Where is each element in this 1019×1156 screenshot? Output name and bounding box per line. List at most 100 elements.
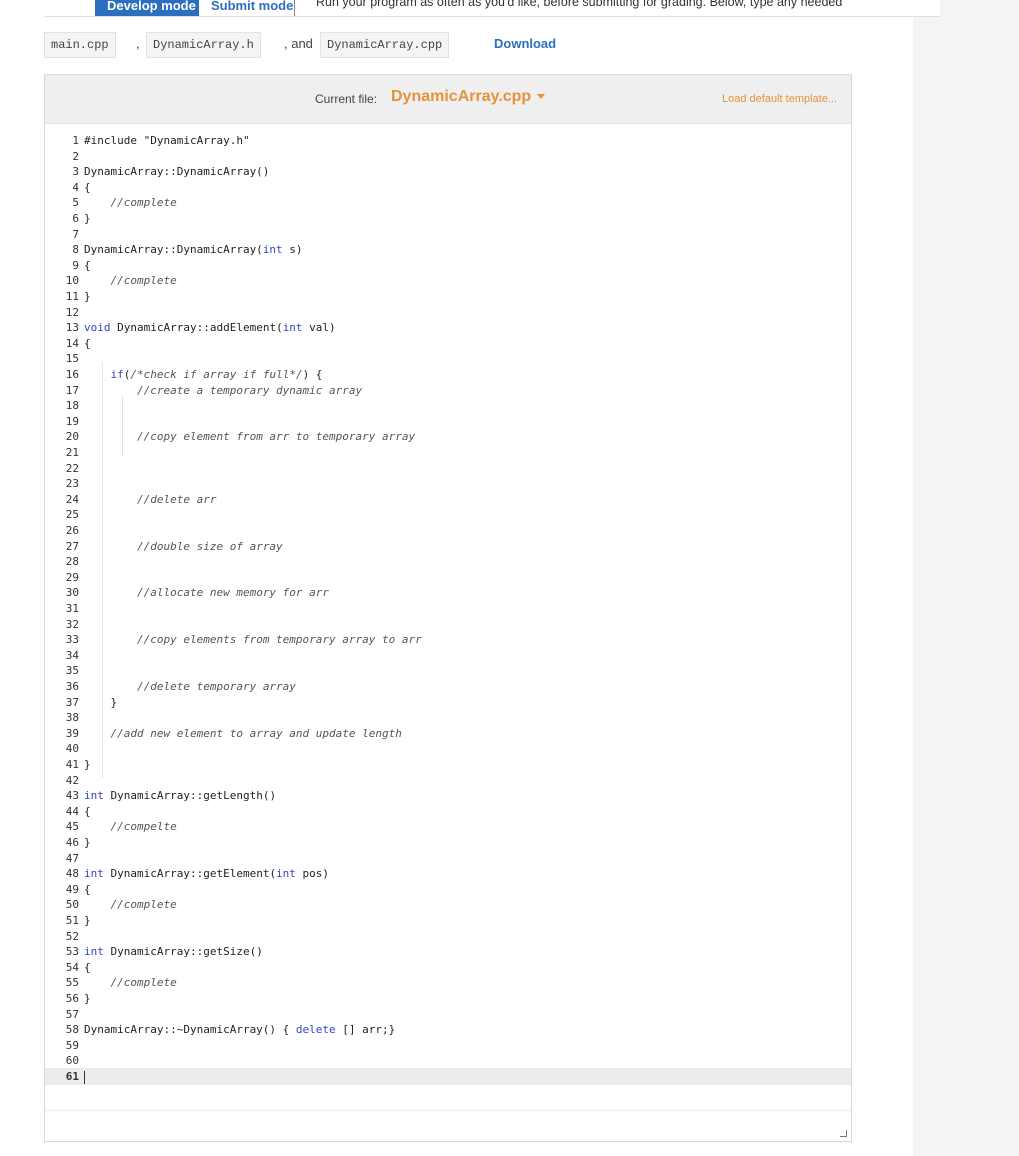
line-number: 48 <box>65 867 79 881</box>
code-line[interactable]: 10 //complete <box>45 272 851 289</box>
develop-mode-button[interactable]: Develop mode <box>95 0 208 16</box>
code-line[interactable]: 7 <box>45 226 851 243</box>
code-line[interactable]: 25 <box>45 506 851 523</box>
code-line[interactable]: 5 //complete <box>45 194 851 211</box>
file-dynamicarray-cpp[interactable]: DynamicArray.cpp <box>320 32 450 58</box>
run-hint-text: Run your program as often as you'd like,… <box>316 0 843 9</box>
resize-handle-icon[interactable] <box>840 1130 847 1137</box>
current-file-label: Current file: <box>315 92 378 106</box>
code-line-text: { <box>84 804 91 818</box>
code-line[interactable]: 4{ <box>45 179 851 196</box>
code-line[interactable]: 37 } <box>45 694 851 711</box>
code-text-area[interactable]: 1 #include "DynamicArray.h" 2 3 DynamicArray… <box>45 124 851 1110</box>
code-line[interactable]: 16 if(/*check if array if full*/) { <box>45 366 851 383</box>
code-line[interactable]: 31 <box>45 600 851 617</box>
code-line[interactable]: 3 DynamicArray::DynamicArray() <box>45 163 851 180</box>
code-line[interactable]: 21 <box>45 444 851 461</box>
code-line[interactable]: 22 <box>45 460 851 477</box>
code-line[interactable]: 18 <box>45 397 851 414</box>
code-line[interactable]: 48 int DynamicArray::getElement(int pos) <box>45 865 851 882</box>
code-line[interactable]: 11} <box>45 288 851 305</box>
code-line[interactable]: 54 { <box>45 959 851 976</box>
code-line[interactable]: 33 //copy elements from temporary array … <box>45 631 851 648</box>
code-line[interactable]: 60 <box>45 1052 851 1069</box>
line-number: 60 <box>65 1054 79 1068</box>
file-list: main.cpp , DynamicArray.h , and DynamicA… <box>44 30 864 60</box>
code-line-text: //complete <box>110 976 177 990</box>
file-main-cpp[interactable]: main.cpp <box>44 32 116 58</box>
line-number: 12 <box>65 305 79 319</box>
code-line[interactable]: 47 <box>45 850 851 867</box>
line-number: 40 <box>65 742 79 756</box>
line-number: 44 <box>65 804 79 818</box>
code-line[interactable]: 15 <box>45 350 851 367</box>
file-dynamicarray-h[interactable]: DynamicArray.h <box>146 32 261 58</box>
chevron-down-icon <box>537 94 546 100</box>
code-line[interactable]: 39 //add new element to array and update… <box>45 725 851 742</box>
code-line[interactable]: 9{ <box>45 257 851 274</box>
code-line[interactable]: 24 //delete arr <box>45 491 851 508</box>
code-line[interactable]: 61 <box>45 1068 851 1085</box>
line-number: 57 <box>65 1007 79 1021</box>
line-number: 46 <box>65 836 79 849</box>
code-line[interactable]: 1 #include "DynamicArray.h" <box>45 132 851 149</box>
code-line-text: DynamicArray::DynamicArray(int s) <box>84 243 303 257</box>
code-line[interactable]: 58 DynamicArray::~DynamicArray() { delete… <box>45 1021 851 1038</box>
code-line[interactable]: 36 //delete temporary array <box>45 678 851 695</box>
code-line[interactable]: 57 <box>45 1006 851 1023</box>
code-line[interactable]: 59 <box>45 1037 851 1054</box>
code-line[interactable]: 12 <box>45 304 851 321</box>
line-number: 27 <box>65 539 79 553</box>
code-line[interactable]: 56} <box>45 990 851 1007</box>
code-line[interactable]: 13 void DynamicArray::addElement(int val) <box>45 319 851 336</box>
line-number: 50 <box>65 898 79 912</box>
code-line[interactable]: 26 <box>45 522 851 539</box>
code-line[interactable]: 14 { <box>45 335 851 352</box>
code-line[interactable]: 45 //compelte <box>45 818 851 835</box>
code-line[interactable]: 20 //copy element from arr to temporary … <box>45 428 851 445</box>
code-line[interactable]: 42 <box>45 772 851 789</box>
line-number: 43 <box>65 789 79 803</box>
code-line-text: int DynamicArray::getLength() <box>84 789 277 803</box>
code-line[interactable]: 43 int DynamicArray::getLength() <box>45 787 851 804</box>
code-line[interactable]: 51} <box>45 912 851 929</box>
code-line[interactable]: 34 <box>45 647 851 664</box>
code-line[interactable]: 2 <box>45 148 851 165</box>
code-line-text: //complete <box>110 898 177 912</box>
code-line[interactable]: 55 //complete <box>45 974 851 991</box>
code-line[interactable]: 38 <box>45 709 851 726</box>
code-line-text: //delete arr <box>136 492 217 506</box>
code-line[interactable]: 35 <box>45 662 851 679</box>
load-default-template-link[interactable]: Load default template... <box>722 93 837 105</box>
code-line[interactable]: 8 DynamicArray::DynamicArray(int s) <box>45 241 851 258</box>
code-line-text: { <box>84 258 91 272</box>
code-line[interactable]: 30 //allocate new memory for arr <box>45 584 851 601</box>
code-line[interactable]: 44 { <box>45 803 851 820</box>
code-line[interactable]: 53 int DynamicArray::getSize() <box>45 943 851 960</box>
download-link[interactable]: Download <box>494 36 556 51</box>
code-line[interactable]: 46} <box>45 834 851 851</box>
code-line-text: } <box>84 758 91 771</box>
code-line[interactable]: 19 <box>45 413 851 430</box>
code-line[interactable]: 23 <box>45 475 851 492</box>
current-file-dropdown[interactable]: DynamicArray.cpp <box>391 88 546 106</box>
code-line[interactable]: 6} <box>45 210 851 227</box>
code-line[interactable]: 52 <box>45 928 851 945</box>
line-number: 33 <box>65 633 79 647</box>
code-line[interactable]: 40 <box>45 740 851 757</box>
code-line[interactable]: 27 //double size of array <box>45 538 851 555</box>
line-number: 49 <box>65 882 79 896</box>
code-line[interactable]: 29 <box>45 569 851 586</box>
code-line-text: { <box>84 180 91 194</box>
submit-mode-button[interactable]: Submit mode <box>199 0 306 16</box>
line-number: 22 <box>65 461 79 475</box>
code-line[interactable]: 49 { <box>45 881 851 898</box>
code-line[interactable]: 28 <box>45 553 851 570</box>
code-line[interactable]: 50 //complete <box>45 896 851 913</box>
line-number: 61 <box>65 1070 79 1083</box>
line-number: 51 <box>65 914 79 927</box>
line-number: 55 <box>65 976 79 990</box>
code-line[interactable]: 32 <box>45 616 851 633</box>
code-line[interactable]: 17 //create a temporary dynamic array <box>45 382 851 399</box>
code-line[interactable]: 41} <box>45 756 851 773</box>
